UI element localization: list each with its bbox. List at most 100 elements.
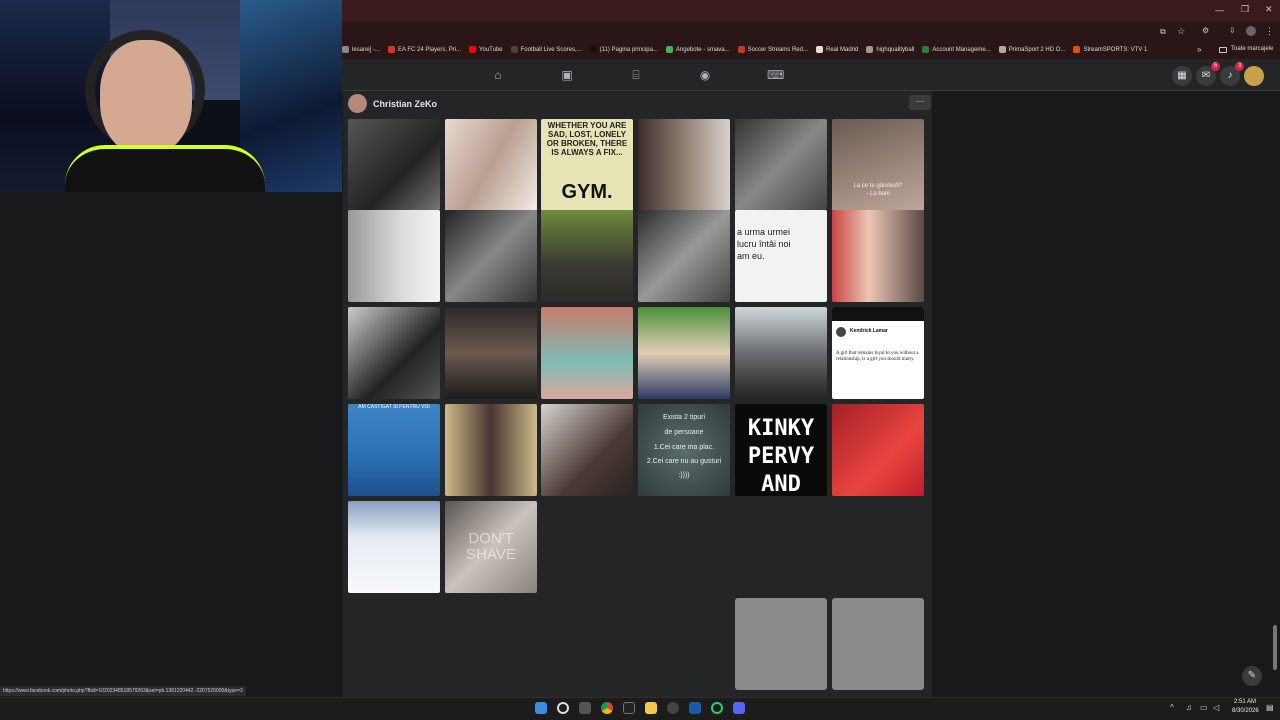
bookmark-label: YouTube xyxy=(479,46,503,53)
photo-tile[interactable] xyxy=(832,404,924,496)
photo-tile[interactable] xyxy=(445,210,537,302)
photo-tile[interactable] xyxy=(445,307,537,399)
bookmark-item[interactable]: highqualityball xyxy=(866,46,914,53)
photo-tile[interactable] xyxy=(348,501,440,593)
profile-header: Christian ZeKo ··· xyxy=(343,92,932,116)
video-icon[interactable]: ▣ xyxy=(560,68,574,82)
steam-icon[interactable] xyxy=(689,702,701,714)
bookmark-favicon-icon xyxy=(510,46,518,53)
bookmark-item[interactable]: Account Manageme... xyxy=(922,46,991,53)
photo-tile[interactable] xyxy=(638,119,730,211)
photo-tile[interactable] xyxy=(348,210,440,302)
account-avatar[interactable] xyxy=(1244,66,1264,86)
app-green-icon[interactable] xyxy=(711,702,723,714)
discord-icon[interactable] xyxy=(733,702,745,714)
file-explorer-icon[interactable] xyxy=(645,702,657,714)
photo-tile[interactable] xyxy=(541,210,633,302)
tray-chevron-icon[interactable]: ^ xyxy=(1170,703,1174,712)
compose-button[interactable]: ✎ xyxy=(1242,666,1262,686)
home-icon[interactable]: ⌂ xyxy=(491,68,505,82)
exista-line-2: de persoane xyxy=(664,429,704,436)
close-icon[interactable]: ✕ xyxy=(1265,4,1273,15)
photo-tile[interactable]: La ce te gândești? - La bani xyxy=(832,119,924,211)
photo-tile[interactable] xyxy=(348,119,440,211)
bookmark-favicon-icon xyxy=(922,46,930,53)
profile-avatar[interactable] xyxy=(348,94,367,113)
mic-icon[interactable]: ♫ xyxy=(1186,703,1192,712)
bookmark-label: Football Live Scores,... xyxy=(520,46,582,53)
groups-icon[interactable]: ◉ xyxy=(698,68,712,82)
windows-start-icon[interactable] xyxy=(535,702,547,714)
cast-icon[interactable]: ⧉ xyxy=(1160,27,1166,37)
photo-tile[interactable] xyxy=(735,119,827,211)
photo-tile-tweet[interactable]: Kendrick Lamar A girl that remains loyal… xyxy=(832,307,924,399)
notifications-bell-icon[interactable]: ♪ 3 xyxy=(1220,62,1244,86)
loading-tile xyxy=(832,598,924,690)
status-url-bar: https://www.facebook.com/photo.php?fbid=… xyxy=(0,686,246,696)
bookmarks-overflow-button[interactable]: » xyxy=(1197,45,1201,54)
profile-avatar-icon[interactable] xyxy=(1246,26,1256,36)
bookmark-item[interactable]: PrimaSport 2 HD O... xyxy=(998,46,1065,53)
bookmark-item[interactable]: YouTube xyxy=(469,46,503,53)
photo-tile-gym[interactable]: WHETHER YOU ARE SAD, LOST, LONELY OR BRO… xyxy=(541,119,633,211)
photo-tile[interactable] xyxy=(445,404,537,496)
bookmark-favicon-icon xyxy=(589,46,597,53)
more-options-button[interactable]: ··· xyxy=(909,95,931,110)
bookmark-item[interactable]: EA FC 24 Players, Pri... xyxy=(388,46,461,53)
bookmark-favicon-icon xyxy=(998,46,1006,53)
profile-name[interactable]: Christian ZeKo xyxy=(373,99,437,109)
photo-tile-exista[interactable]: Exista 2 tipuri de persoane 1.Cei care m… xyxy=(638,404,730,496)
bookmark-item[interactable]: (11) Pagina principa... xyxy=(589,46,658,53)
photo-tile[interactable] xyxy=(541,404,633,496)
minimize-icon[interactable]: — xyxy=(1215,5,1224,15)
bookmark-favicon-icon xyxy=(737,46,745,53)
photo-tile[interactable] xyxy=(348,307,440,399)
scrollbar-thumb[interactable] xyxy=(1273,625,1277,670)
marketplace-icon[interactable]: ⌸ xyxy=(629,68,643,82)
exista-line-5: :)))) xyxy=(678,472,690,479)
bookmark-item[interactable]: Angebote - smava... xyxy=(665,46,730,53)
messenger-icon[interactable]: ✉ 5 xyxy=(1196,62,1220,86)
clock-date[interactable]: 8/30/2026 xyxy=(1232,708,1259,714)
volume-icon[interactable]: ◁ xyxy=(1213,703,1219,712)
photo-tile[interactable] xyxy=(638,210,730,302)
network-icon[interactable]: ▭ xyxy=(1200,703,1208,712)
photo-tile[interactable] xyxy=(735,307,827,399)
task-view-icon[interactable] xyxy=(579,702,591,714)
kinky-line-1: KINKY xyxy=(747,416,815,441)
photo-tile[interactable]: AM CASTIGAT SI PENTRU VOI xyxy=(348,404,440,496)
photo-tile[interactable] xyxy=(445,119,537,211)
photo-tile[interactable] xyxy=(638,307,730,399)
bookmark-item[interactable]: lesane] -... xyxy=(342,46,380,53)
photo-tile-kinky[interactable]: KINKY PERVY AND xyxy=(735,404,827,496)
menu-icon[interactable]: ⋮ xyxy=(1265,26,1274,37)
photo-tile-meme[interactable]: a urma urmei lucru întâi noi am eu. xyxy=(735,210,827,302)
bookmark-item[interactable]: Football Live Scores,... xyxy=(510,46,582,53)
bookmark-favicon-icon xyxy=(866,46,874,53)
photo-tile[interactable] xyxy=(832,210,924,302)
gaming-icon[interactable]: ⌨ xyxy=(767,68,784,82)
photo-tile-dont-shave[interactable]: DON'T SHAVE xyxy=(445,501,537,593)
streamer-face xyxy=(100,40,192,155)
extensions-icon[interactable]: ⚙ xyxy=(1202,26,1209,35)
bookmark-favicon-icon xyxy=(665,46,673,53)
app-icon[interactable] xyxy=(623,702,635,714)
bookmark-item[interactable]: StreamSPORTS: VTV 1 xyxy=(1073,46,1147,53)
bookmark-star-icon[interactable]: ☆ xyxy=(1177,26,1185,37)
bookmarks-folder-link[interactable]: Toate marcajele xyxy=(1231,46,1273,52)
bookmark-item[interactable]: Real Madrid xyxy=(815,46,858,53)
restore-icon[interactable]: ❐ xyxy=(1241,4,1249,15)
bookmark-label: Account Manageme... xyxy=(932,46,991,53)
bookmark-label: StreamSPORTS: VTV 1 xyxy=(1083,46,1148,53)
clock-time[interactable]: 2:51 AM xyxy=(1234,699,1256,705)
photo-tile[interactable] xyxy=(541,307,633,399)
downloads-icon[interactable]: ⇩ xyxy=(1229,26,1236,35)
menu-grid-icon[interactable]: ▦ xyxy=(1172,66,1192,86)
search-icon[interactable] xyxy=(557,702,569,714)
chrome-icon[interactable] xyxy=(601,702,613,714)
gym-quote-text: WHETHER YOU ARE SAD, LOST, LONELY OR BRO… xyxy=(546,121,628,157)
notification-center-icon[interactable]: ▤ xyxy=(1266,703,1274,712)
obs-icon[interactable] xyxy=(667,702,679,714)
kinky-line-3: AND xyxy=(761,472,801,496)
bookmark-item[interactable]: Soccer Streams Red... xyxy=(737,46,808,53)
